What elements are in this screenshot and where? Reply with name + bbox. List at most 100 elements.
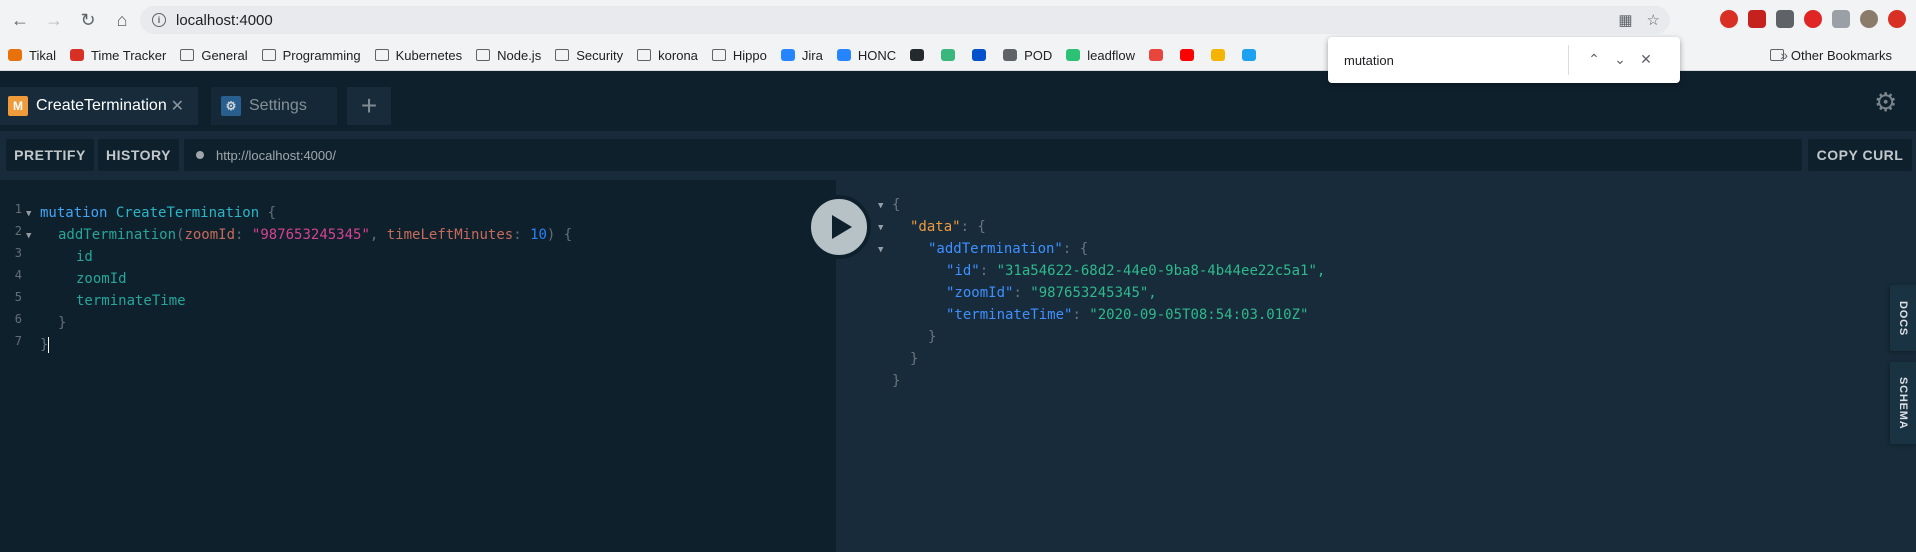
folder-icon xyxy=(555,49,570,61)
address-bar[interactable]: i localhost:4000 ▦ ☆ xyxy=(140,6,1670,34)
code-token: : xyxy=(1013,285,1031,301)
bookmark-item[interactable] xyxy=(972,49,993,61)
avatar[interactable] xyxy=(1860,10,1878,28)
bookmark-item[interactable]: Tikal xyxy=(8,48,56,63)
bookmark-item[interactable]: POD xyxy=(1003,48,1052,63)
prettify-button[interactable]: PRETTIFY xyxy=(6,139,94,171)
fold-arrow-icon[interactable]: ▼ xyxy=(26,209,31,219)
code-line: } xyxy=(58,315,67,331)
bookmark-item[interactable]: Kubernetes xyxy=(374,47,463,63)
code-token: : xyxy=(1072,307,1090,323)
url-text[interactable]: localhost:4000 xyxy=(176,12,273,29)
bookmark-favicon-icon xyxy=(1148,49,1163,61)
find-input[interactable]: mutation xyxy=(1344,53,1394,68)
divider xyxy=(1568,45,1569,75)
mutation-badge: M xyxy=(8,96,28,116)
extension-icon[interactable] xyxy=(1720,10,1738,28)
execute-query-button[interactable] xyxy=(807,195,871,259)
fold-arrow-icon[interactable]: ▼ xyxy=(878,223,883,233)
code-line: "zoomId": "987653245345", xyxy=(946,282,1157,304)
bookmark-favicon-icon xyxy=(910,49,925,61)
bookmark-item[interactable] xyxy=(1210,49,1232,61)
line-number: 6 xyxy=(14,312,22,326)
tab-createtermination[interactable]: M CreateTermination ✕ xyxy=(0,87,198,125)
find-close-icon[interactable]: ✕ xyxy=(1636,49,1656,69)
extension-icon[interactable] xyxy=(1804,10,1822,28)
bookmark-item[interactable] xyxy=(910,49,931,61)
folder-icon xyxy=(711,49,726,61)
line-number: 1 xyxy=(14,202,22,216)
find-next-icon[interactable]: ⌄ xyxy=(1610,49,1630,69)
code-line: "id": "31a54622-68d2-44e0-9ba8-4b44ee22c… xyxy=(946,260,1325,282)
bookmark-favicon-icon xyxy=(1210,49,1225,61)
find-in-page-icon[interactable]: ▦ xyxy=(1618,11,1632,29)
fold-arrow-icon[interactable]: ▼ xyxy=(878,201,883,211)
fold-arrow-icon[interactable]: ▼ xyxy=(878,245,883,255)
code-token: : { xyxy=(960,219,986,235)
play-icon xyxy=(832,215,852,239)
code-token: : xyxy=(513,227,531,243)
forward-icon[interactable]: → xyxy=(40,6,68,34)
code-line: { xyxy=(892,197,901,213)
site-info-icon[interactable]: i xyxy=(152,13,166,27)
bookmark-label: Other Bookmarks xyxy=(1790,47,1892,63)
bookmark-item[interactable]: Jira xyxy=(780,47,823,63)
close-icon[interactable]: ✕ xyxy=(171,96,184,116)
bookmark-item[interactable]: leadflow xyxy=(1066,48,1135,63)
tab-label: Settings xyxy=(249,97,307,114)
bookmark-item[interactable]: korona xyxy=(637,48,698,63)
bookmark-item[interactable]: Node.js xyxy=(476,48,541,63)
bookmark-item[interactable] xyxy=(1179,49,1201,61)
folder-icon xyxy=(637,49,652,61)
lastpass-icon[interactable] xyxy=(1748,10,1766,28)
bookmark-label: leadflow xyxy=(1087,47,1135,63)
code-token: , xyxy=(369,227,387,243)
add-tab-button[interactable]: + xyxy=(347,87,391,125)
bookmark-label: korona xyxy=(658,47,698,63)
folder-icon xyxy=(180,49,195,61)
code-line: "data": { xyxy=(910,216,986,238)
update-icon[interactable] xyxy=(1888,10,1906,28)
bookmark-item[interactable] xyxy=(1241,49,1263,61)
text-cursor xyxy=(48,337,50,353)
back-icon[interactable]: ← xyxy=(6,6,34,34)
bookmark-label: HONC xyxy=(857,47,897,63)
bookmark-item[interactable] xyxy=(941,49,962,61)
code-token: "id" xyxy=(946,263,980,279)
home-icon[interactable]: ⌂ xyxy=(108,6,136,34)
bookmark-item[interactable]: Security xyxy=(555,48,623,63)
bookmark-label: Jira xyxy=(801,47,823,63)
bookmark-favicon-icon xyxy=(972,49,987,61)
query-editor[interactable]: 1 ▼ mutation CreateTermination { 2 ▼ add… xyxy=(0,180,836,552)
code-token: "zoomId" xyxy=(946,285,1014,301)
bookmark-item[interactable] xyxy=(1148,49,1170,61)
find-previous-icon[interactable]: ⌃ xyxy=(1584,49,1604,69)
bookmark-item[interactable]: Programming xyxy=(261,48,361,63)
history-button[interactable]: HISTORY xyxy=(98,139,179,171)
bookmark-other[interactable]: Other Bookmarks xyxy=(1769,47,1892,63)
endpoint-input[interactable]: http://localhost:4000/ xyxy=(184,139,1802,171)
extension-h-icon[interactable] xyxy=(1776,10,1794,28)
bookmark-label: Kubernetes xyxy=(395,47,463,63)
browser-toolbar: ← → ↻ ⌂ i localhost:4000 ▦ ☆ xyxy=(0,0,1916,40)
docs-tab[interactable]: DOCS xyxy=(1890,285,1916,351)
code-line: } xyxy=(910,351,919,367)
code-line: } xyxy=(928,329,937,345)
bookmark-item[interactable]: General xyxy=(180,48,248,63)
code-line: } xyxy=(40,337,50,353)
code-token: CreateTermination xyxy=(115,205,260,221)
code-line: id xyxy=(76,249,93,265)
fold-arrow-icon[interactable]: ▼ xyxy=(26,231,31,241)
bookmark-star-icon[interactable]: ☆ xyxy=(1647,11,1660,29)
bookmark-item[interactable]: Hippo xyxy=(711,48,767,63)
copy-curl-button[interactable]: COPY CURL xyxy=(1808,139,1912,171)
puzzle-icon[interactable] xyxy=(1832,10,1850,28)
schema-tab[interactable]: SCHEMA xyxy=(1890,362,1916,444)
bookmark-item[interactable]: Time Tracker xyxy=(69,48,166,63)
reload-icon[interactable]: ↻ xyxy=(74,6,102,34)
gear-icon[interactable]: ⚙ xyxy=(1874,87,1902,117)
tab-settings[interactable]: ⚙ Settings xyxy=(211,87,337,125)
code-line: "terminateTime": "2020-09-05T08:54:03.01… xyxy=(946,304,1308,326)
bookmark-label: Security xyxy=(576,47,624,63)
bookmark-item[interactable]: HONC xyxy=(836,47,897,63)
